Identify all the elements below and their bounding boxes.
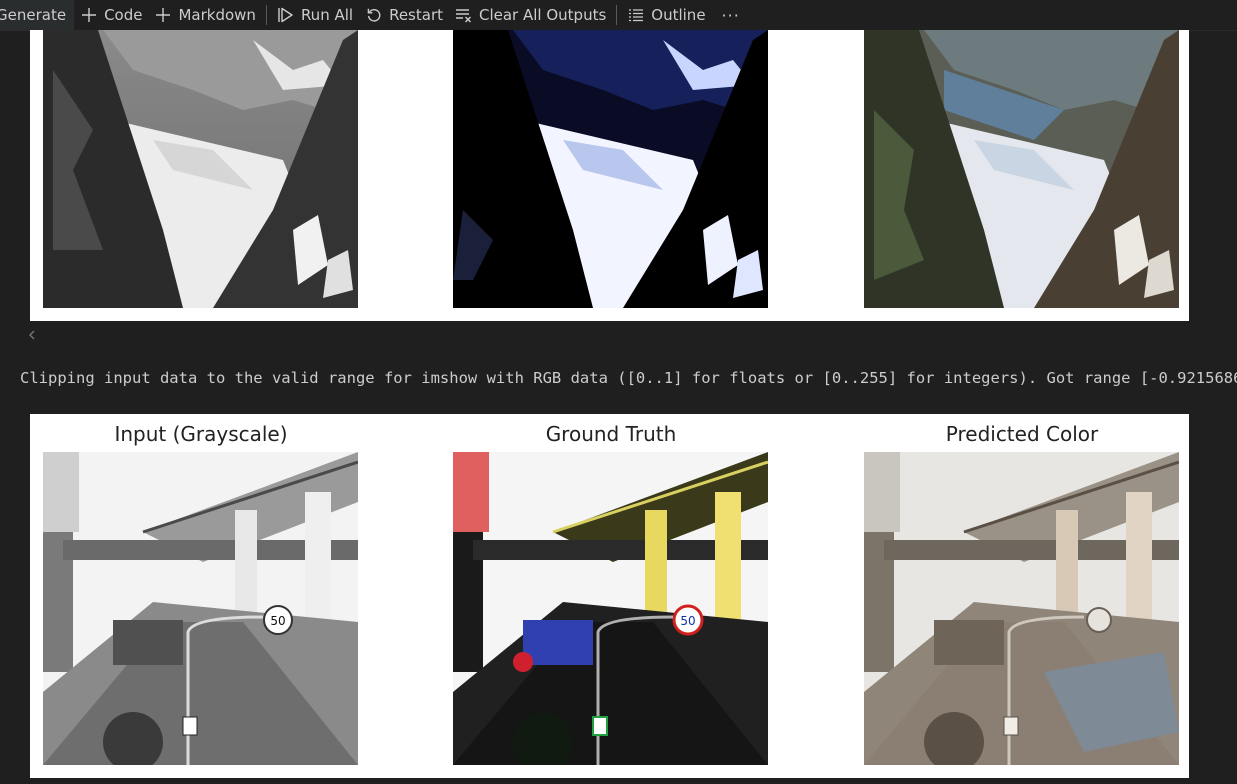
run-all-button[interactable]: Run All [271, 0, 359, 30]
run-all-label: Run All [300, 6, 354, 24]
output-figure-mountain [30, 30, 1189, 321]
ground-truth-image [453, 30, 768, 308]
input-grayscale-image [43, 30, 358, 308]
toolbar-divider [265, 5, 267, 25]
outline-button[interactable]: Outline [621, 0, 711, 30]
clear-all-outputs-label: Clear All Outputs [479, 6, 607, 24]
bottom-edge [0, 778, 1237, 784]
plus-icon [154, 6, 172, 24]
notebook-toolbar: Generate Code Markdown Run All Restart C… [0, 0, 1237, 31]
input-grayscale-street-image: 50 [43, 452, 358, 765]
restart-label: Restart [389, 6, 443, 24]
restart-icon [365, 6, 383, 24]
add-markdown-cell-button[interactable]: Markdown [148, 0, 261, 30]
speed-limit-sign: 50 [680, 614, 695, 628]
panel-title-input: Input (Grayscale) [114, 422, 288, 446]
predicted-color-image [864, 30, 1179, 308]
add-code-cell-button[interactable]: Code [74, 0, 148, 30]
outline-icon [627, 6, 645, 24]
clear-all-outputs-button[interactable]: Clear All Outputs [449, 0, 612, 30]
output-figure-street: Input (Grayscale) Ground Truth Predicted… [30, 414, 1189, 778]
run-all-icon [277, 6, 295, 24]
panel-title-ground-truth: Ground Truth [545, 422, 677, 446]
toolbar-divider [616, 5, 618, 25]
generate-button[interactable]: Generate [0, 0, 75, 30]
restart-button[interactable]: Restart [359, 0, 449, 30]
plus-icon [80, 6, 98, 24]
scroll-left-arrow-icon[interactable] [28, 330, 36, 340]
generate-label: Generate [0, 6, 67, 24]
predicted-color-street-image [864, 452, 1179, 765]
code-label: Code [104, 6, 143, 24]
panel-title-predicted: Predicted Color [945, 422, 1099, 446]
outline-label: Outline [651, 6, 706, 24]
output-warning-text: Clipping input data to the valid range f… [20, 369, 1237, 387]
ground-truth-street-image: 50 [453, 452, 768, 765]
speed-limit-sign: 50 [270, 614, 285, 628]
more-icon: ··· [721, 5, 740, 25]
clear-outputs-icon [455, 6, 473, 24]
markdown-label: Markdown [178, 6, 256, 24]
more-actions-button[interactable]: ··· [712, 0, 750, 30]
